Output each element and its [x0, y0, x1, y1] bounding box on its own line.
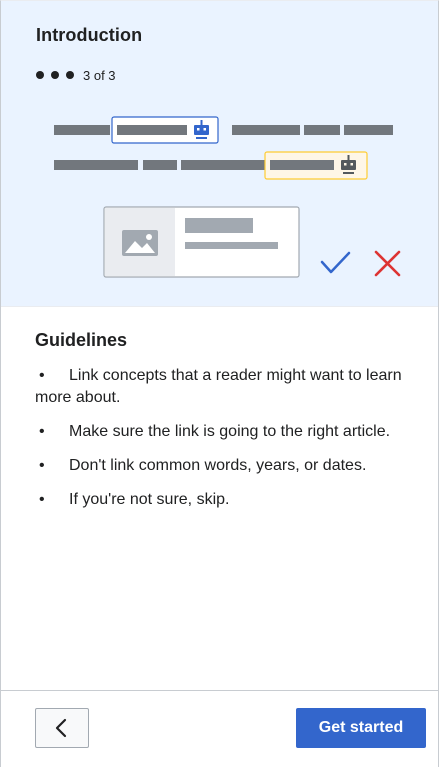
back-button[interactable] — [35, 708, 89, 748]
text-line — [117, 125, 187, 135]
guideline-item: • Link concepts that a reader might want … — [35, 365, 425, 409]
intro-hero: Introduction 3 of 3 — [1, 1, 438, 307]
accept-check-icon — [320, 251, 351, 274]
guidelines-list: • Link concepts that a reader might want … — [35, 365, 425, 511]
guideline-text: Link concepts that a reader might want t… — [35, 367, 402, 406]
text-line — [181, 160, 265, 170]
bullet: • — [39, 423, 45, 440]
text-line — [270, 160, 334, 170]
get-started-button[interactable]: Get started — [296, 708, 426, 748]
bullet: • — [39, 491, 45, 508]
guideline-text: Make sure the link is going to the right… — [69, 423, 391, 440]
text-line — [54, 160, 138, 170]
guidelines-heading: Guidelines — [35, 330, 128, 350]
text-line — [143, 160, 177, 170]
chevron-left-icon — [55, 718, 67, 738]
text-line — [54, 125, 110, 135]
guideline-text: Don't link common words, years, or dates… — [69, 457, 367, 474]
bullet: • — [39, 457, 45, 474]
preview-desc-line — [185, 242, 278, 249]
bullet: • — [39, 367, 45, 384]
link-suggestion-illustration — [54, 116, 401, 278]
text-line — [304, 125, 340, 135]
guideline-item: • If you're not sure, skip. — [35, 489, 425, 511]
text-line — [232, 125, 300, 135]
text-line — [344, 125, 393, 135]
preview-title-line — [185, 218, 253, 233]
dialog-footer: Get started — [1, 690, 438, 766]
image-icon — [122, 230, 158, 256]
reject-close-icon — [374, 250, 401, 277]
guideline-item: • Don't link common words, years, or date… — [35, 455, 425, 477]
guideline-text: If you're not sure, skip. — [69, 491, 230, 508]
guidelines-section: Guidelines • Link concepts that a reader … — [35, 330, 425, 523]
guideline-item: • Make sure the link is going to the righ… — [35, 421, 425, 443]
